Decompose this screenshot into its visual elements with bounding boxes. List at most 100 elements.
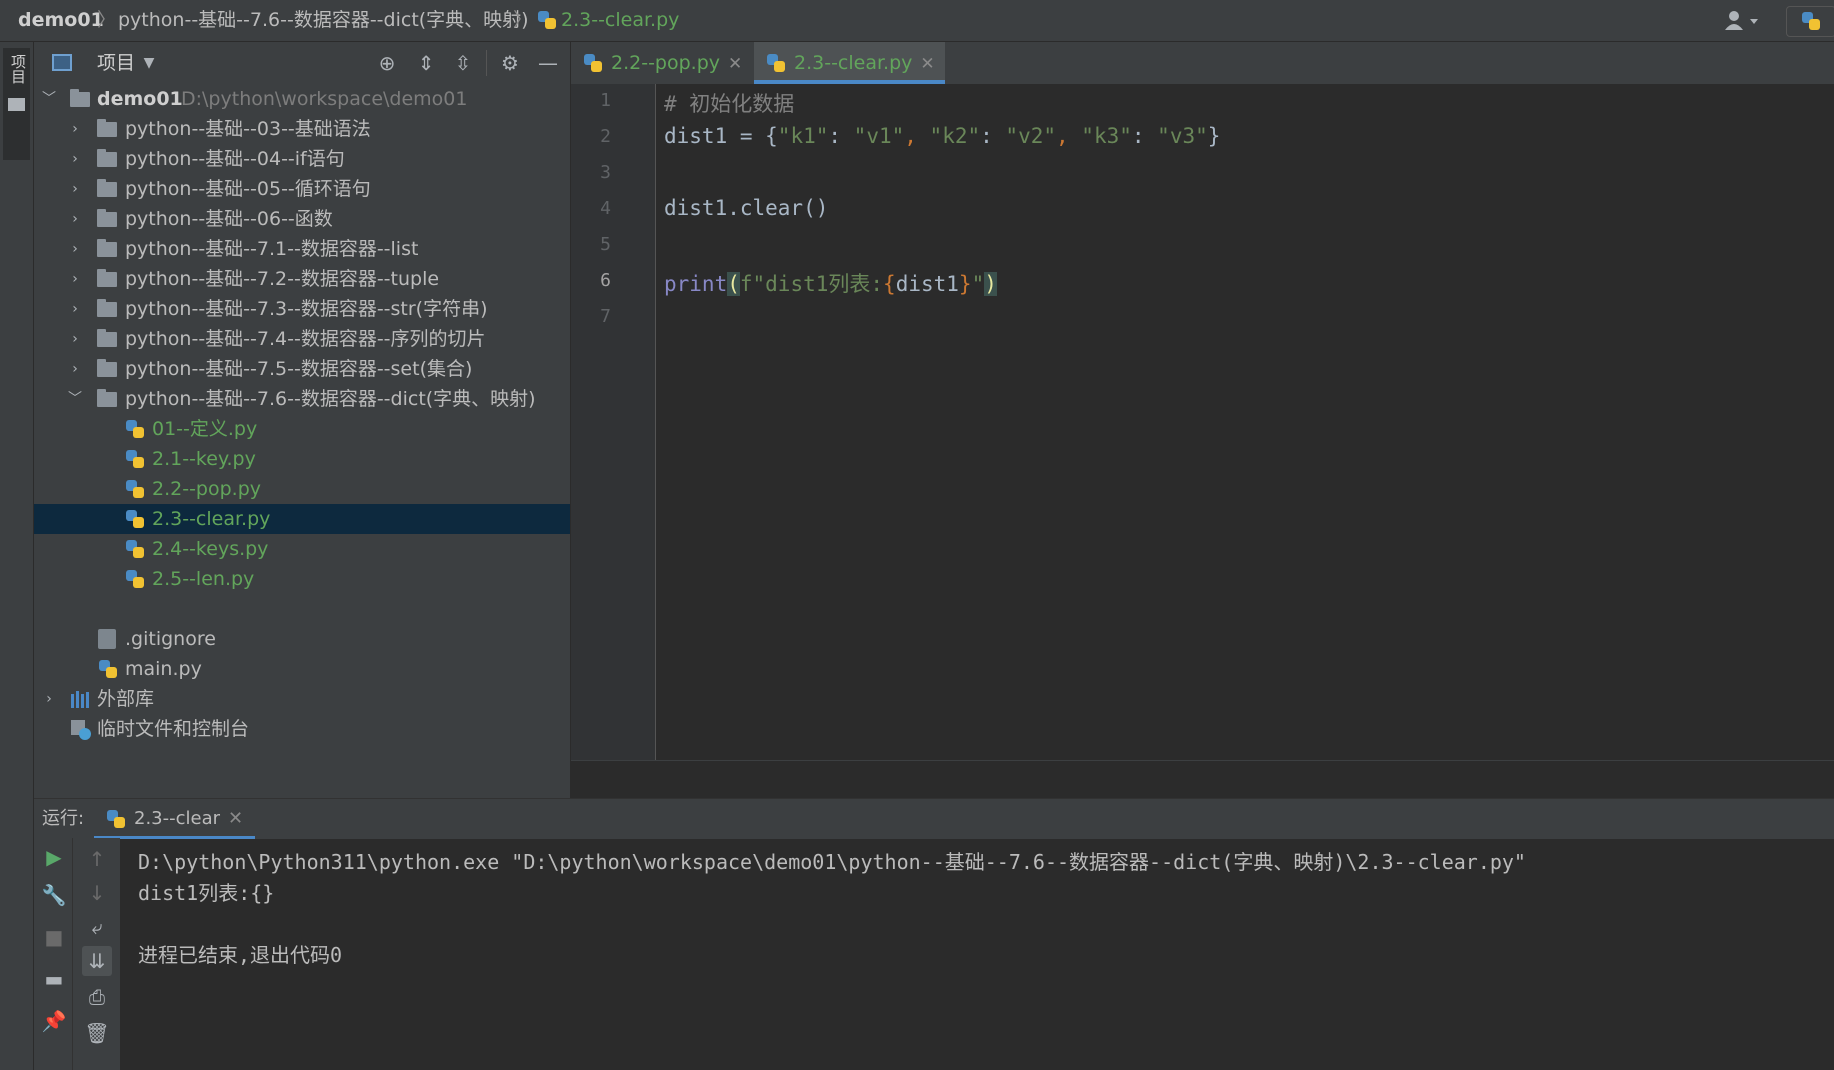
file-label: 2.1--key.py <box>152 448 256 470</box>
tree-file[interactable]: 2.5--len.py <box>34 564 570 594</box>
editor-bottom-area <box>571 760 1834 799</box>
folder-icon <box>97 209 117 227</box>
collapse-all-icon[interactable]: ⇳ <box>452 52 474 74</box>
pin-icon[interactable]: 📌 <box>41 1008 67 1034</box>
folder-icon <box>97 149 117 167</box>
python-interpreter-button[interactable] <box>1786 6 1834 37</box>
chevron-right-icon[interactable]: › <box>67 204 83 234</box>
root-path: D:\python\workspace\demo01 <box>181 88 468 110</box>
tab-label: 2.3--clear.py <box>794 52 913 74</box>
project-tool-window-button[interactable]: 项目 <box>3 48 30 160</box>
tree-folder[interactable]: › python--基础--7.2--数据容器--tuple <box>34 264 570 294</box>
tree-folder[interactable]: › python--基础--05--循环语句 <box>34 174 570 204</box>
tree-folder[interactable]: › python--基础--7.5--数据容器--set(集合) <box>34 354 570 384</box>
chevron-right-icon[interactable]: › <box>67 114 83 144</box>
python-file-icon <box>583 53 603 73</box>
up-arrow-icon[interactable]: ↑ <box>84 846 110 872</box>
python-file-icon <box>125 509 145 529</box>
line-number: 1 <box>600 90 611 111</box>
file-label: 01--定义.py <box>152 418 258 440</box>
print-icon[interactable]: ⎙ <box>84 984 110 1010</box>
chevron-right-icon[interactable]: › <box>67 144 83 174</box>
code-line-2: dist1 = {"k1": "v1", "k2": "v2", "k3": "… <box>664 124 1220 148</box>
line-number: 6 <box>600 270 611 291</box>
line-number: 4 <box>600 198 611 219</box>
tree-file[interactable]: 2.2--pop.py <box>34 474 570 504</box>
tree-item-external-libraries[interactable]: › 外部库 <box>34 684 570 714</box>
trash-icon[interactable]: 🗑 <box>84 1020 110 1046</box>
breadcrumb-folder[interactable]: python--基础--7.6--数据容器--dict(字典、映射) <box>118 0 529 41</box>
tree-file[interactable]: 2.1--key.py <box>34 444 570 474</box>
chevron-down-icon[interactable]: ▼ <box>138 52 160 74</box>
breadcrumb-project[interactable]: demo01 <box>18 0 104 41</box>
folder-icon <box>97 359 117 377</box>
close-icon[interactable]: ✕ <box>228 808 243 829</box>
breadcrumb-file[interactable]: 2.3--clear.py <box>561 0 679 41</box>
folder-label: python--基础--04--if语句 <box>125 148 345 170</box>
folder-icon <box>97 239 117 257</box>
folder-icon <box>97 179 117 197</box>
tree-folder[interactable]: ﹀ python--基础--7.6--数据容器--dict(字典、映射) <box>34 384 570 414</box>
soft-wrap-icon[interactable]: ⤶ <box>84 914 110 940</box>
chevron-right-icon[interactable]: › <box>67 324 83 354</box>
line-number: 2 <box>600 126 611 147</box>
tree-folder[interactable]: › python--基础--04--if语句 <box>34 144 570 174</box>
tree-file[interactable]: 2.4--keys.py <box>34 534 570 564</box>
code-token: dist1 <box>895 272 959 296</box>
code-token: "k2" <box>929 124 981 148</box>
run-panel-header: 运行: 2.3--clear ✕ <box>34 798 1834 839</box>
down-arrow-icon[interactable]: ↓ <box>84 880 110 906</box>
chevron-right-icon[interactable]: › <box>67 174 83 204</box>
gear-icon[interactable]: ⚙ <box>499 52 521 74</box>
tree-folder[interactable]: › python--基础--7.4--数据容器--序列的切片 <box>34 324 570 354</box>
code-token: , <box>1056 124 1082 148</box>
tree-item-scratches[interactable]: 临时文件和控制台 <box>34 714 570 744</box>
tree-root[interactable]: ﹀ demo01 D:\python\workspace\demo01 <box>34 84 570 114</box>
tree-file[interactable]: 2.3--clear.py <box>34 504 570 534</box>
code-token: } <box>1207 124 1221 148</box>
tree-folder[interactable]: › python--基础--7.3--数据容器--str(字符串) <box>34 294 570 324</box>
close-icon[interactable]: ✕ <box>920 54 934 74</box>
tree-file[interactable]: 01--定义.py <box>34 414 570 444</box>
code-line-1: # 初始化数据 <box>664 92 795 116</box>
tree-item-main[interactable]: main.py <box>34 654 570 684</box>
python-file-icon <box>125 419 145 439</box>
project-panel-title[interactable]: 项目 <box>97 42 135 84</box>
code-token: " <box>971 272 985 296</box>
chevron-down-icon[interactable]: ﹀ <box>67 384 83 414</box>
chevron-right-icon[interactable]: › <box>67 264 83 294</box>
expand-all-icon[interactable]: ⇕ <box>415 52 437 74</box>
code-editor[interactable]: # 初始化数据 dist1 = {"k1": "v1", "k2": "v2",… <box>656 84 1834 760</box>
tree-folder[interactable]: › python--基础--03--基础语法 <box>34 114 570 144</box>
wrench-icon[interactable]: 🔧 <box>41 882 67 908</box>
chevron-right-icon[interactable]: › <box>67 234 83 264</box>
chevron-right-icon[interactable]: › <box>67 354 83 384</box>
tab-2-2-pop[interactable]: 2.2--pop.py ✕ <box>571 42 754 84</box>
layout-icon[interactable]: ▬ <box>41 966 67 992</box>
tab-2-3-clear[interactable]: 2.3--clear.py ✕ <box>754 42 945 84</box>
chevron-right-icon[interactable]: › <box>67 294 83 324</box>
python-file-icon <box>125 449 145 469</box>
run-tab[interactable]: 2.3--clear ✕ <box>94 799 256 839</box>
scroll-to-end-icon[interactable]: ⇊ <box>82 946 112 976</box>
code-token: : <box>1131 124 1158 148</box>
chevron-right-icon[interactable]: › <box>41 684 57 714</box>
console-output[interactable]: D:\python\Python311\python.exe "D:\pytho… <box>120 838 1834 1070</box>
stop-icon[interactable]: ■ <box>41 924 67 950</box>
file-label: 2.3--clear.py <box>152 508 271 530</box>
tree-folder[interactable]: › python--基础--7.1--数据容器--list <box>34 234 570 264</box>
close-icon[interactable]: ✕ <box>728 54 742 74</box>
rerun-icon[interactable]: ▶ <box>41 844 67 870</box>
folder-icon <box>97 389 117 407</box>
locate-file-icon[interactable]: ⊕ <box>376 52 398 74</box>
tree-item-gitignore[interactable]: .gitignore <box>34 624 570 654</box>
chevron-down-icon[interactable]: ﹀ <box>41 84 57 114</box>
breadcrumb-separator: 〉 <box>513 9 533 31</box>
hide-panel-icon[interactable]: — <box>537 52 559 74</box>
folder-label: python--基础--05--循环语句 <box>125 178 371 200</box>
folder-label: python--基础--7.3--数据容器--str(字符串) <box>125 298 488 320</box>
tree-folder[interactable]: › python--基础--06--函数 <box>34 204 570 234</box>
code-token: { <box>883 272 896 296</box>
user-account-button[interactable] <box>1720 6 1764 35</box>
external-libraries-label: 外部库 <box>97 688 155 710</box>
